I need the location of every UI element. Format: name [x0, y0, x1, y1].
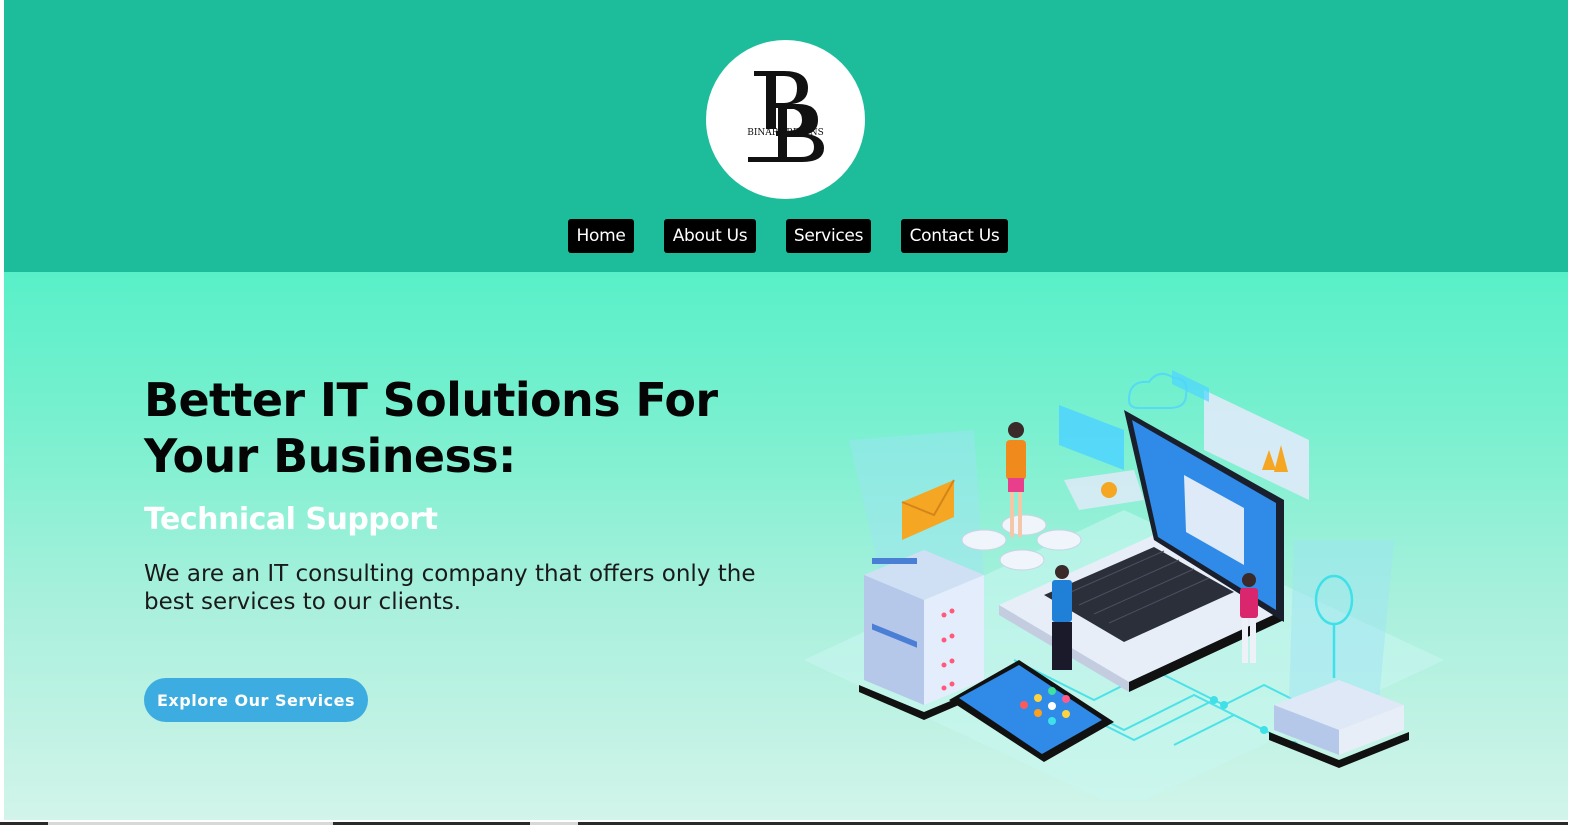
scroll-track-segment	[530, 822, 578, 825]
headline-line-1: Better IT Solutions For	[144, 373, 718, 427]
window-scrollbar[interactable]	[1568, 0, 1577, 830]
it-solutions-illustration-icon	[804, 370, 1444, 800]
headline-line-2: Your Business:	[144, 429, 516, 483]
nav-contact-button[interactable]: Contact Us	[901, 219, 1008, 253]
nav-about-button[interactable]: About Us	[664, 219, 756, 253]
nav-services-button[interactable]: Services	[786, 219, 871, 253]
explore-services-button[interactable]: Explore Our Services	[144, 678, 368, 722]
binary-brains-logo-icon: BINARY-BRAINS	[747, 71, 824, 162]
hero-section: Better IT Solutions For Your Business: T…	[4, 272, 1568, 820]
brand-name-text: BINARY-BRAINS	[747, 128, 824, 138]
person-with-laptop-icon	[1052, 565, 1072, 670]
hero-headline: Better IT Solutions For Your Business:	[144, 372, 784, 484]
cloud-icon	[1127, 372, 1188, 409]
site-header: BINARY-BRAINS Home About Us Services Con…	[4, 0, 1568, 272]
nav-home-button[interactable]: Home	[568, 219, 634, 253]
scroll-track-segment	[48, 822, 333, 825]
hero-subheading: Technical Support	[144, 502, 438, 537]
main-nav: Home About Us Services Contact Us	[4, 219, 1568, 253]
brand-logo[interactable]: BINARY-BRAINS	[706, 40, 865, 199]
hero-description: We are an IT consulting company that off…	[144, 561, 756, 615]
